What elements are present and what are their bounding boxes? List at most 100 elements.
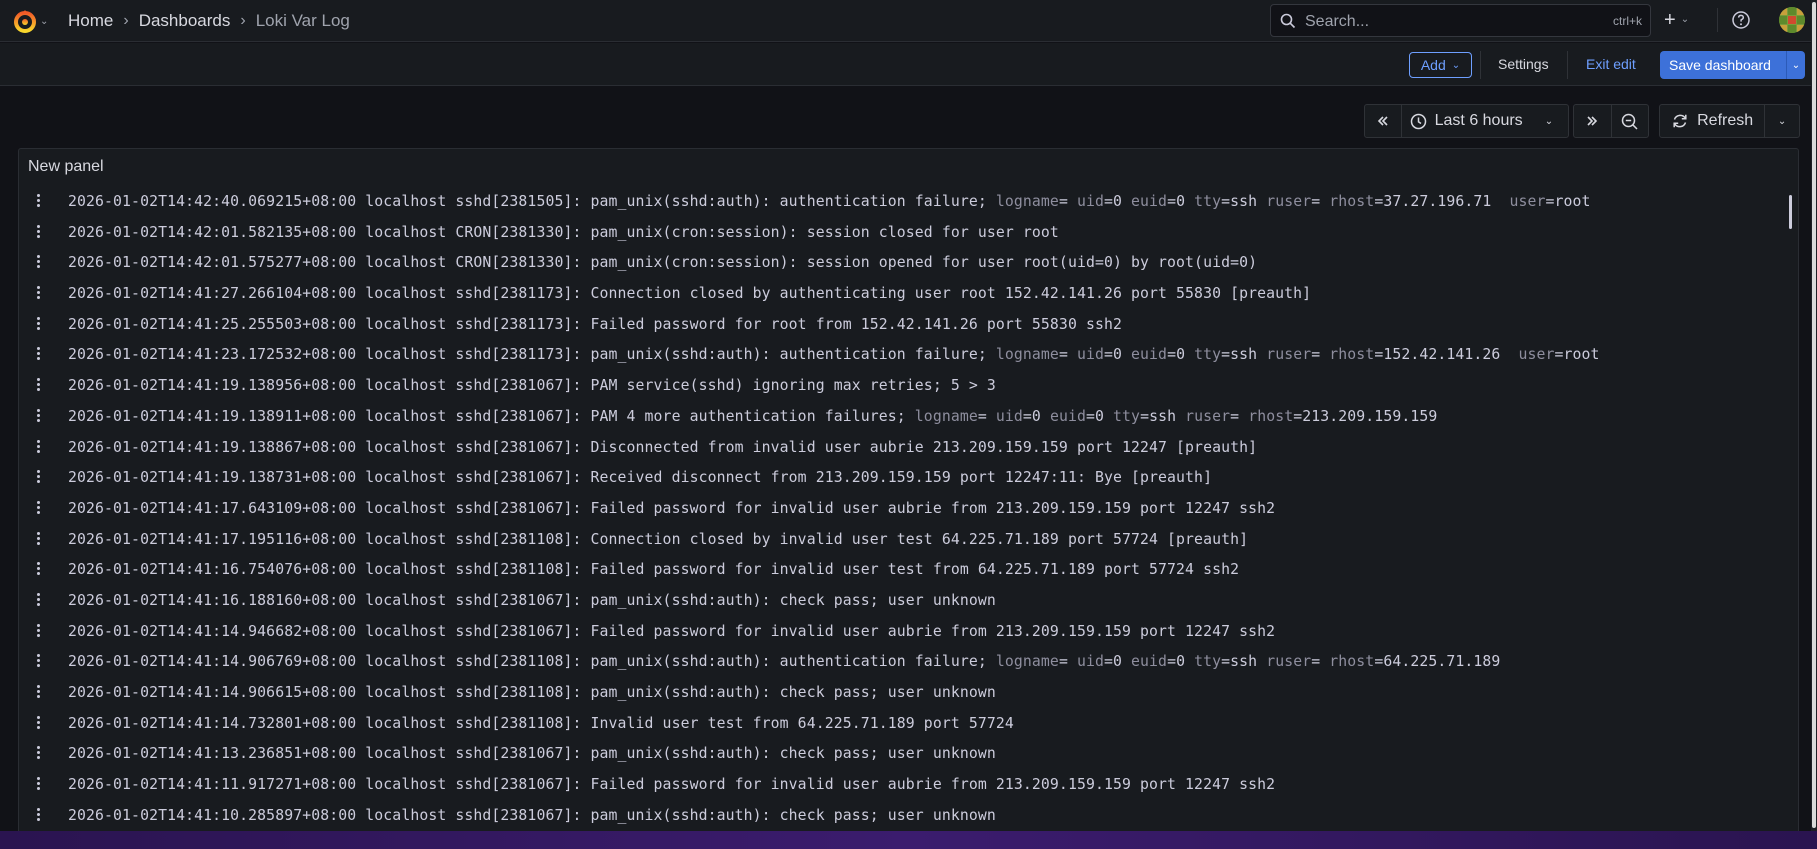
log-row[interactable]: 2026-01-02T14:41:19.138956+08:00 localho… <box>19 369 1778 400</box>
log-row[interactable]: 2026-01-02T14:41:25.255503+08:00 localho… <box>19 308 1778 339</box>
log-menu-icon[interactable] <box>34 560 42 576</box>
save-dashboard-button[interactable]: Save dashboard ⌄ <box>1660 51 1805 79</box>
log-line: 2026-01-02T14:41:27.266104+08:00 localho… <box>68 285 1312 303</box>
breadcrumb-current: Loki Var Log <box>255 11 350 30</box>
log-line: 2026-01-02T14:42:40.069215+08:00 localho… <box>68 193 1591 210</box>
log-menu-icon[interactable] <box>34 806 42 822</box>
log-menu-icon[interactable] <box>34 744 42 760</box>
page-scrollbar[interactable] <box>1811 0 1817 831</box>
log-row[interactable]: 2026-01-02T14:41:10.285897+08:00 localho… <box>19 799 1778 830</box>
exit-edit-button[interactable]: Exit edit <box>1586 56 1636 72</box>
zoom-out-button[interactable] <box>1611 105 1648 137</box>
log-row[interactable]: 2026-01-02T14:41:14.906615+08:00 localho… <box>19 676 1778 707</box>
log-line: 2026-01-02T14:41:14.946682+08:00 localho… <box>68 622 1276 640</box>
log-row[interactable]: 2026-01-02T14:41:14.906769+08:00 localho… <box>19 645 1778 676</box>
time-range-picker[interactable]: Last 6 hours ⌄ <box>1402 105 1568 137</box>
log-line: 2026-01-02T14:41:19.138731+08:00 localho… <box>68 469 1213 487</box>
search-input[interactable] <box>1303 10 1587 34</box>
grafana-menu-button[interactable]: ⌄ <box>12 8 48 34</box>
refresh-controls: Refresh ⌄ <box>1659 104 1800 138</box>
time-range-controls: Last 6 hours ⌄ <box>1364 104 1569 138</box>
panel-scrollbar[interactable] <box>1789 195 1792 229</box>
log-menu-icon[interactable] <box>34 284 42 300</box>
log-menu-icon[interactable] <box>34 253 42 269</box>
search-shortcut: ctrl+k <box>1612 14 1642 28</box>
time-back-button[interactable] <box>1365 105 1401 137</box>
log-line: 2026-01-02T14:41:17.643109+08:00 localho… <box>68 499 1276 517</box>
log-row[interactable]: 2026-01-02T14:41:14.732801+08:00 localho… <box>19 707 1778 738</box>
add-button-label: Add <box>1420 57 1446 73</box>
log-row[interactable]: 2026-01-02T14:41:27.266104+08:00 localho… <box>19 277 1778 308</box>
grafana-logo-icon <box>14 10 36 33</box>
chevron-down-icon[interactable]: ⌄ <box>1787 60 1805 71</box>
log-line: 2026-01-02T14:41:25.255503+08:00 localho… <box>68 315 1122 333</box>
time-forward-icon <box>1587 116 1598 126</box>
refresh-button[interactable]: Refresh <box>1660 105 1764 137</box>
chevron-right-icon: › <box>123 12 129 29</box>
log-menu-icon[interactable] <box>34 683 42 699</box>
log-line: 2026-01-02T14:41:19.138956+08:00 localho… <box>68 377 996 395</box>
avatar[interactable] <box>1779 7 1805 33</box>
log-line: 2026-01-02T14:41:23.172532+08:00 localho… <box>68 346 1600 364</box>
refresh-interval-picker[interactable]: ⌄ <box>1765 105 1799 137</box>
log-menu-icon[interactable] <box>34 345 42 361</box>
divider <box>1480 51 1481 79</box>
log-row[interactable]: 2026-01-02T14:41:17.643109+08:00 localho… <box>19 492 1778 523</box>
add-button[interactable]: Add ⌄ <box>1409 52 1472 78</box>
log-row[interactable]: 2026-01-02T14:41:11.917271+08:00 localho… <box>19 768 1778 799</box>
log-menu-icon[interactable] <box>34 530 42 546</box>
log-menu-icon[interactable] <box>34 499 42 515</box>
log-line: 2026-01-02T14:42:01.582135+08:00 localho… <box>68 223 1059 241</box>
new-menu-button[interactable]: + ⌄ <box>1664 8 1689 32</box>
log-row[interactable]: 2026-01-02T14:41:16.188160+08:00 localho… <box>19 584 1778 615</box>
log-line: 2026-01-02T14:41:14.732801+08:00 localho… <box>68 714 1014 732</box>
log-menu-icon[interactable] <box>34 192 42 208</box>
zoom-out-icon <box>1621 113 1638 130</box>
search-icon <box>1280 13 1296 29</box>
top-nav-bar: ⌄ Home › Dashboards › Loki Var Log ctrl+… <box>0 0 1817 42</box>
chevron-down-icon: ⌄ <box>40 15 49 27</box>
panel-title[interactable]: New panel <box>28 158 104 176</box>
dashboard-edit-toolbar: Add ⌄ Settings Exit edit Save dashboard … <box>0 43 1817 86</box>
log-menu-icon[interactable] <box>34 223 42 239</box>
log-menu-icon[interactable] <box>34 622 42 638</box>
log-menu-icon[interactable] <box>34 652 42 668</box>
log-menu-icon[interactable] <box>34 376 42 392</box>
log-line: 2026-01-02T14:41:13.236851+08:00 localho… <box>68 745 996 763</box>
logs-panel: New panel 2026-01-02T14:42:40.069215+08:… <box>18 148 1799 849</box>
chevron-down-icon: ⌄ <box>1544 115 1554 127</box>
log-row[interactable]: 2026-01-02T14:41:14.946682+08:00 localho… <box>19 615 1778 646</box>
log-row[interactable]: 2026-01-02T14:42:01.575277+08:00 localho… <box>19 246 1778 277</box>
log-menu-icon[interactable] <box>34 468 42 484</box>
settings-button[interactable]: Settings <box>1498 56 1549 72</box>
log-menu-icon[interactable] <box>34 407 42 423</box>
divider <box>1717 8 1718 32</box>
log-row[interactable]: 2026-01-02T14:41:19.138867+08:00 localho… <box>19 431 1778 462</box>
log-row[interactable]: 2026-01-02T14:41:17.195116+08:00 localho… <box>19 523 1778 554</box>
chevron-down-icon: ⌄ <box>1451 59 1461 71</box>
help-icon[interactable] <box>1731 10 1751 30</box>
log-row[interactable]: 2026-01-02T14:41:23.172532+08:00 localho… <box>19 338 1778 369</box>
log-row[interactable]: 2026-01-02T14:41:13.236851+08:00 localho… <box>19 737 1778 768</box>
divider <box>1567 51 1568 79</box>
time-forward-button[interactable] <box>1574 105 1611 137</box>
log-menu-icon[interactable] <box>34 775 42 791</box>
breadcrumb-dashboards[interactable]: Dashboards <box>139 11 231 31</box>
log-row[interactable]: 2026-01-02T14:41:19.138911+08:00 localho… <box>19 400 1778 431</box>
log-row[interactable]: 2026-01-02T14:42:01.582135+08:00 localho… <box>19 216 1778 247</box>
log-row[interactable]: 2026-01-02T14:41:19.138731+08:00 localho… <box>19 461 1778 492</box>
clock-icon <box>1410 113 1426 129</box>
log-row[interactable]: 2026-01-02T14:41:16.754076+08:00 localho… <box>19 553 1778 584</box>
log-menu-icon[interactable] <box>34 591 42 607</box>
log-menu-icon[interactable] <box>34 438 42 454</box>
search-box[interactable]: ctrl+k <box>1270 4 1651 37</box>
log-line: 2026-01-02T14:41:19.138911+08:00 localho… <box>68 407 1438 425</box>
breadcrumb-home[interactable]: Home <box>68 11 113 31</box>
refresh-label: Refresh <box>1697 112 1754 129</box>
time-back-icon <box>1377 116 1388 126</box>
log-line: 2026-01-02T14:41:10.285897+08:00 localho… <box>68 806 996 824</box>
desktop-background <box>0 831 1817 849</box>
log-row[interactable]: 2026-01-02T14:42:40.069215+08:00 localho… <box>19 185 1778 216</box>
log-menu-icon[interactable] <box>34 315 42 331</box>
log-menu-icon[interactable] <box>34 714 42 730</box>
